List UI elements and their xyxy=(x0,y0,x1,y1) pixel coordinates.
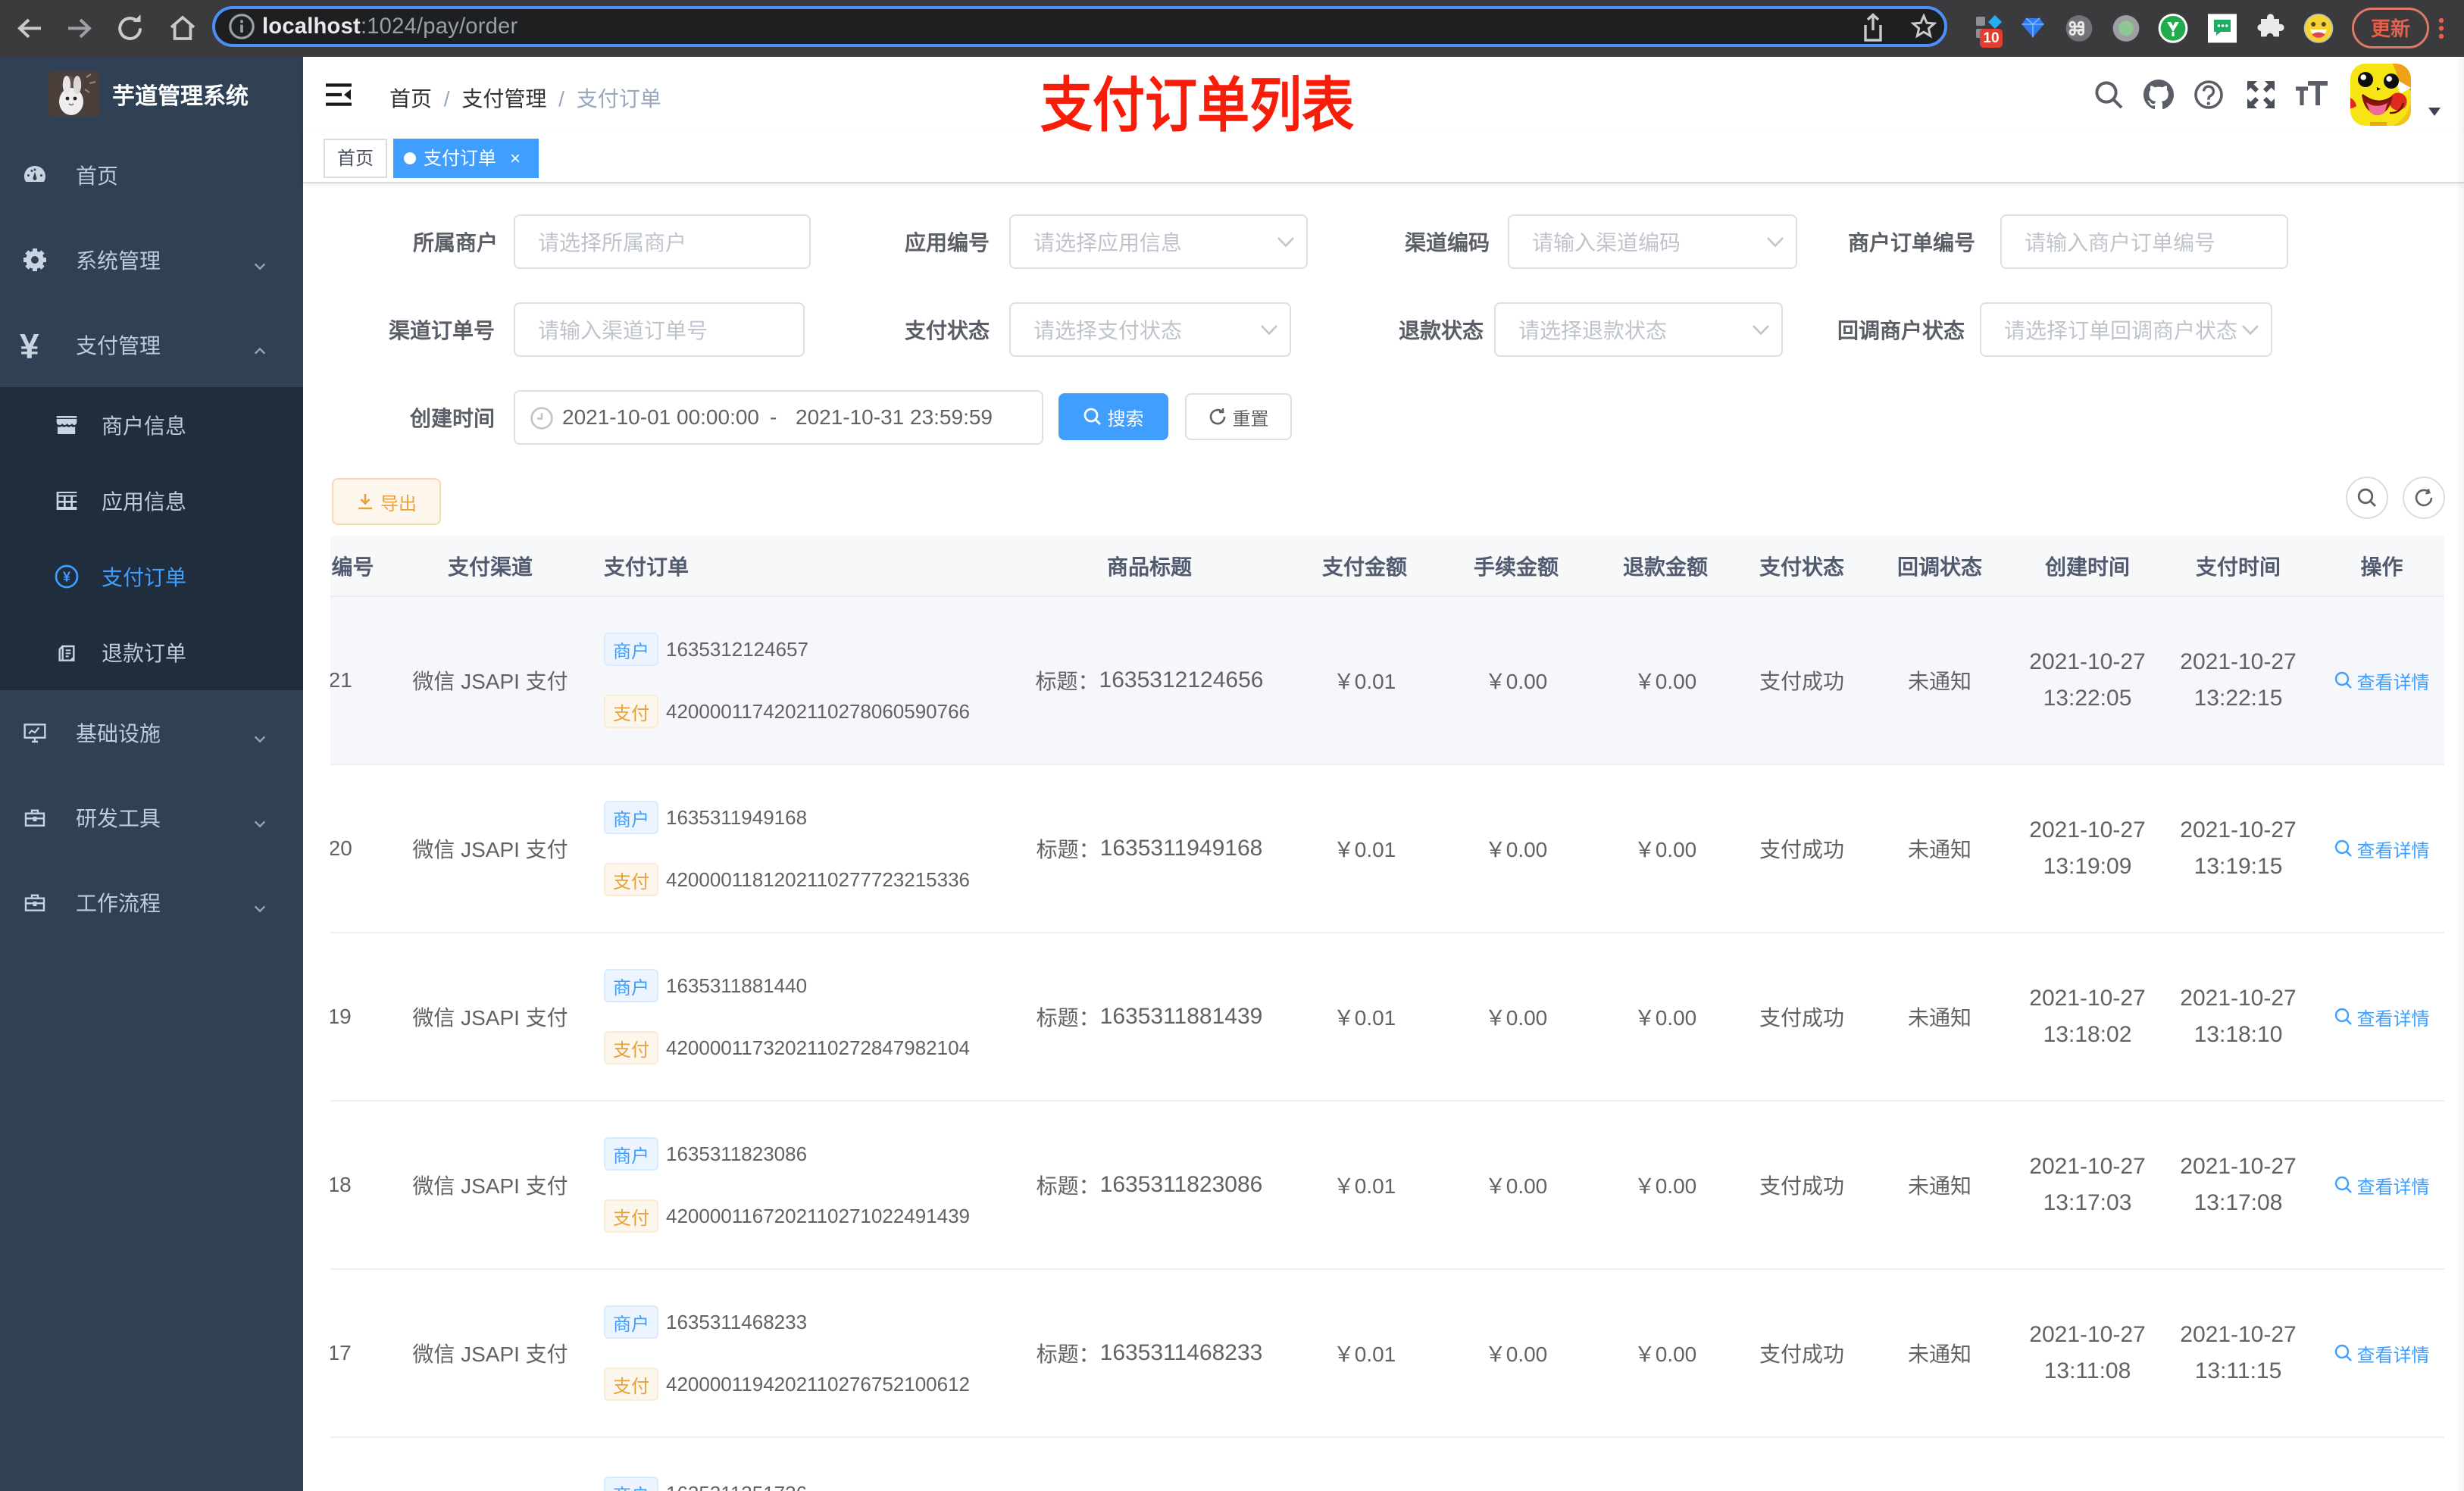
svg-text:¥: ¥ xyxy=(63,569,70,584)
